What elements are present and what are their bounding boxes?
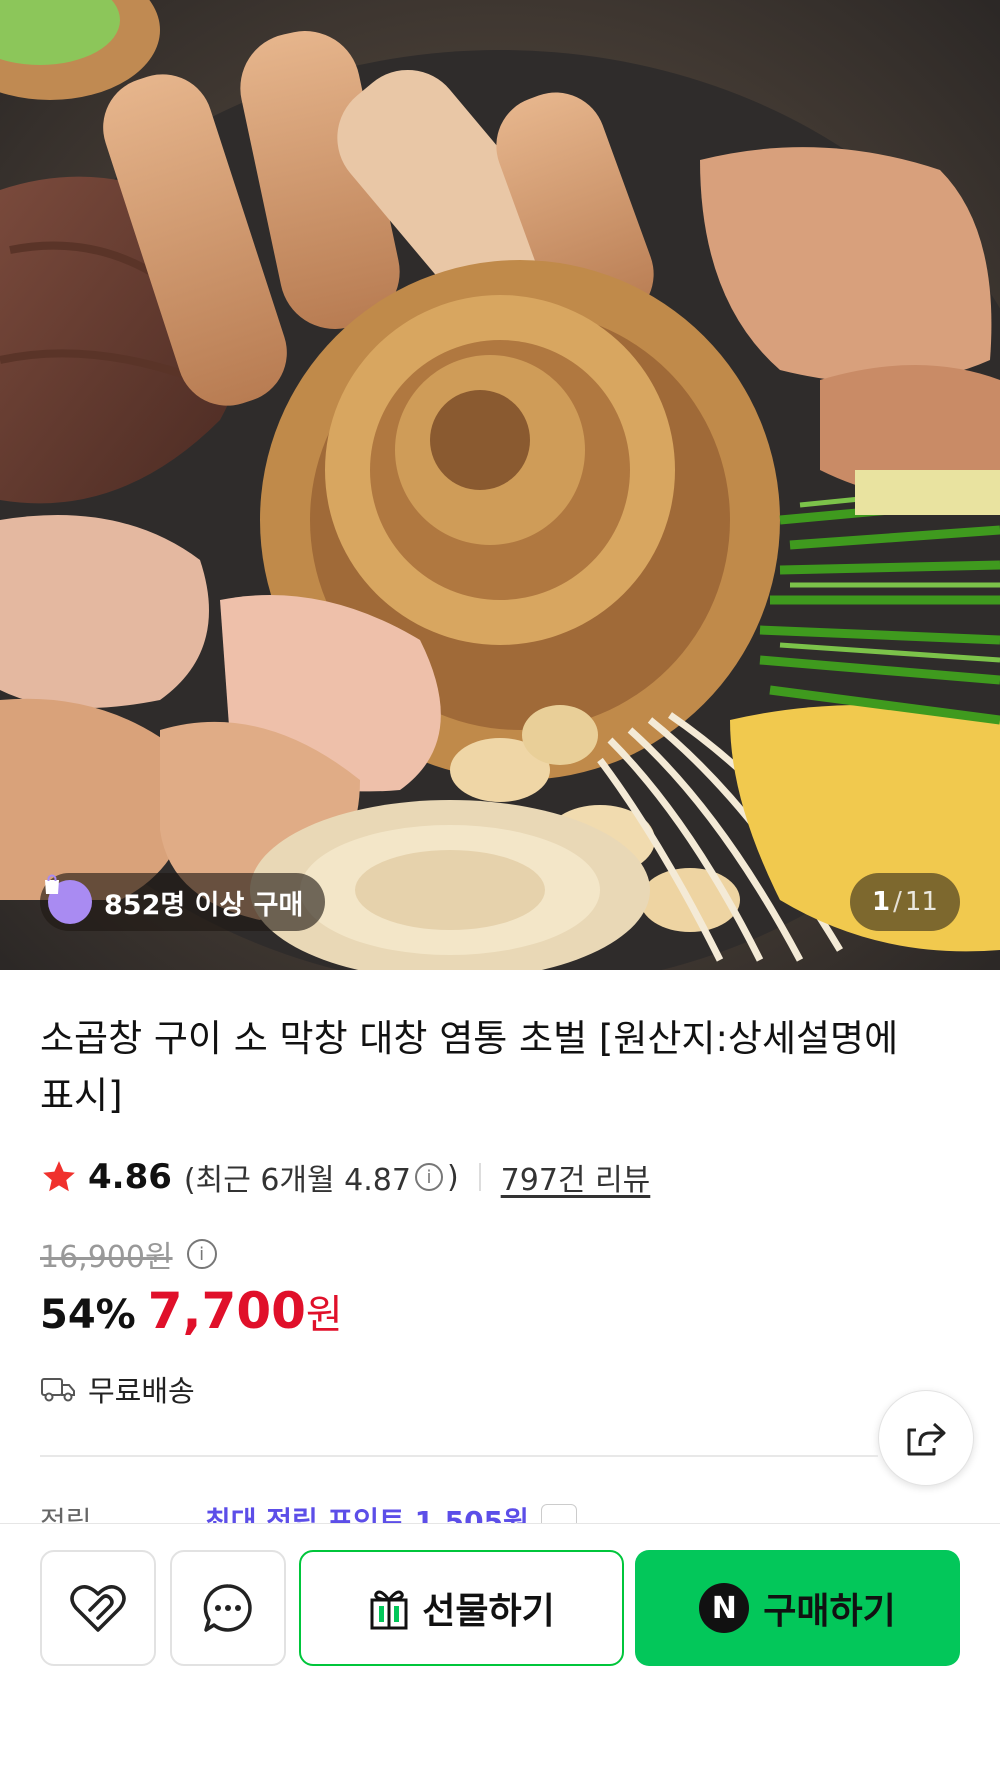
product-title: 소곱창 구이 소 막창 대창 염통 초벌 [원산지:상세설명에 표시] <box>40 1017 899 1117</box>
image-counter-separator: / <box>893 887 902 917</box>
original-price: 16,900원 <box>40 1240 173 1275</box>
currency-unit: 원 <box>305 1292 343 1338</box>
rating-score: 4.86 <box>88 1157 172 1197</box>
recent-rating-close: ) <box>446 1159 459 1195</box>
recent-rating-text: (최근 6개월 4.87 <box>183 1163 411 1198</box>
gift-label: 선물하기 <box>422 1591 555 1632</box>
gift-button[interactable]: 선물하기 <box>299 1550 624 1666</box>
divider <box>478 1163 481 1191</box>
naver-logo: N <box>699 1583 750 1633</box>
share-icon <box>907 1422 946 1456</box>
chat-icon <box>203 1584 252 1632</box>
price-info-icon[interactable]: i <box>186 1239 217 1269</box>
product-image-carousel[interactable]: 852명 이상 구매 1 / 11 <box>0 0 1000 970</box>
bottom-action-bar: 선물하기 N 구매하기 <box>0 1523 1000 1777</box>
share-button[interactable] <box>878 1390 974 1486</box>
review-count-link[interactable]: 797건 리뷰 <box>501 1155 651 1199</box>
truck-icon <box>41 1378 75 1402</box>
sale-price: 7,700 <box>147 1282 306 1340</box>
gift-icon <box>370 1590 408 1630</box>
image-counter-total: 11 <box>904 887 938 917</box>
rating-row: 4.86 (최근 6개월 4.87 i ) 797건 리뷰 <box>40 1152 650 1202</box>
image-counter: 1 / 11 <box>850 873 960 931</box>
recent-rating: (최근 6개월 4.87 i ) <box>184 1155 459 1199</box>
product-photo <box>0 0 1000 970</box>
buy-label: 구매하기 <box>763 1591 896 1632</box>
price-row: 54% 7,700 원 <box>40 1282 343 1340</box>
chat-button[interactable] <box>170 1550 286 1666</box>
heart-icon <box>70 1585 126 1632</box>
purchase-count-text: 852명 이상 구매 <box>104 889 304 921</box>
section-divider <box>40 1455 878 1457</box>
image-counter-current: 1 <box>872 887 891 917</box>
bag-icon <box>45 874 92 924</box>
info-icon[interactable]: i <box>414 1163 443 1191</box>
purchase-count-badge: 852명 이상 구매 <box>40 873 326 931</box>
discount-rate: 54% <box>40 1292 136 1338</box>
wishlist-button[interactable] <box>40 1550 156 1666</box>
original-price-row: 16,900원 i <box>40 1232 221 1276</box>
shipping-row: 무료배송 <box>40 1368 195 1410</box>
star-icon <box>43 1161 75 1192</box>
buy-button[interactable]: N 구매하기 <box>635 1550 960 1666</box>
shipping-text: 무료배송 <box>88 1374 195 1408</box>
